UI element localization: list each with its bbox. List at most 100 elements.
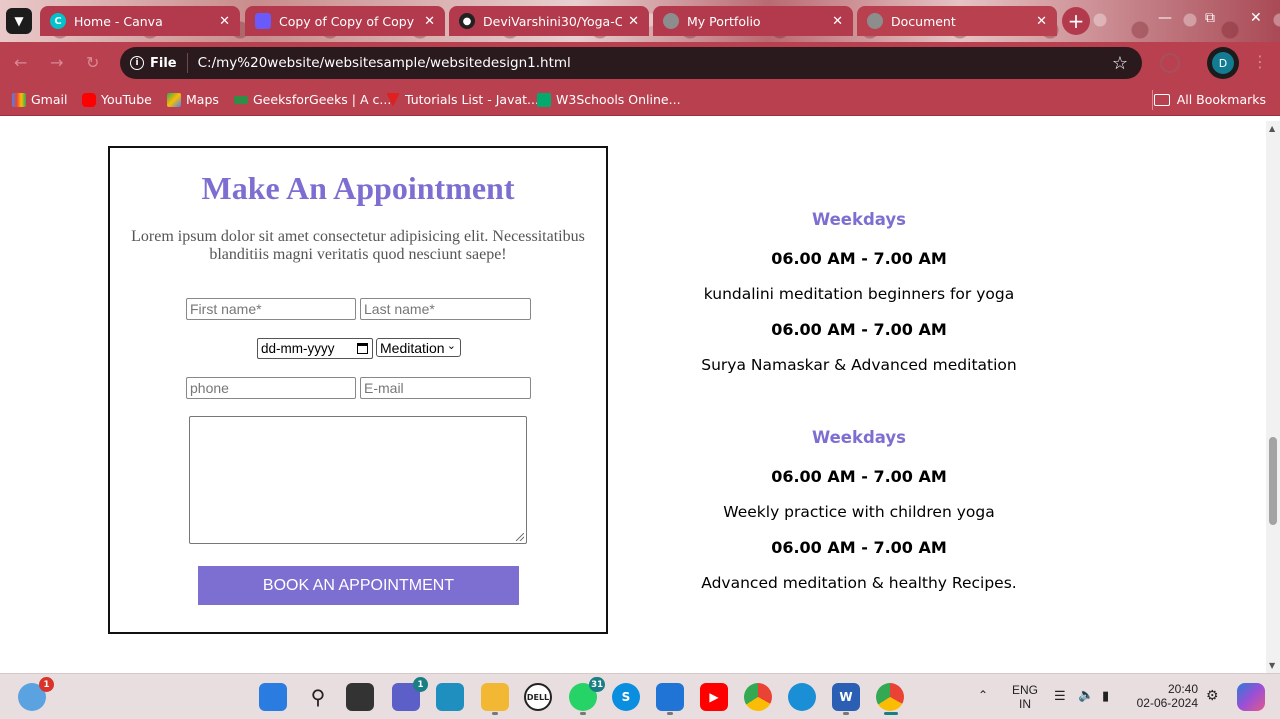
whatsapp-badge: 31 — [589, 677, 605, 692]
tab-github[interactable]: ● DeviVarshini30/Yoga-Cen ✕ — [449, 6, 649, 36]
active-indicator — [884, 712, 898, 715]
wifi-icon[interactable]: ☰ — [1054, 688, 1066, 704]
github-icon: ● — [459, 13, 475, 29]
chrome-profile-icon[interactable] — [876, 683, 904, 711]
clock[interactable]: 20:40 02-06-2024 — [1128, 682, 1198, 710]
language-indicator[interactable]: ENG IN — [1010, 683, 1040, 711]
weather-icon[interactable]: 1 — [18, 677, 54, 711]
plus-icon: + — [1067, 9, 1085, 33]
canva-icon: C — [50, 13, 66, 29]
phone-input[interactable] — [186, 377, 356, 399]
close-icon[interactable]: ✕ — [832, 14, 843, 29]
address-bar[interactable]: i File C:/my%20website/websitesample/web… — [120, 47, 1142, 79]
battery-icon[interactable]: ▮ — [1102, 688, 1109, 704]
minimize-icon[interactable]: — — [1158, 10, 1172, 26]
chrome-icon[interactable] — [744, 683, 772, 711]
close-window-icon[interactable]: ✕ — [1250, 10, 1262, 26]
site-info-chip[interactable]: i File — [130, 56, 177, 71]
calendar-icon[interactable] — [357, 343, 368, 354]
skype-icon[interactable]: S — [612, 683, 640, 711]
close-icon[interactable]: ✕ — [1036, 14, 1047, 29]
tab-title: Home - Canva — [74, 13, 163, 29]
volume-icon[interactable]: 🔈 — [1078, 687, 1094, 703]
bookmark-star-icon[interactable]: ☆ — [1112, 53, 1128, 74]
clock-date: 02-06-2024 — [1136, 696, 1198, 710]
copilot-icon[interactable] — [1237, 683, 1265, 711]
whatsapp-icon[interactable]: 31 — [569, 677, 605, 711]
weather-badge: 1 — [39, 677, 54, 692]
close-icon[interactable]: ✕ — [628, 14, 639, 29]
tab-home-canva[interactable]: C Home - Canva ✕ — [40, 6, 240, 36]
search-icon[interactable]: ⚲ — [304, 683, 332, 711]
scroll-down-icon[interactable]: ▼ — [1269, 661, 1275, 670]
avatar: D — [1212, 52, 1234, 74]
profile-button[interactable]: D — [1207, 47, 1239, 79]
more-menu-icon[interactable]: ⋮ — [1252, 52, 1268, 71]
all-bookmarks-button[interactable]: All Bookmarks — [1153, 92, 1266, 107]
scroll-up-icon[interactable]: ▲ — [1269, 124, 1275, 133]
browser-toolbar: ← → ↻ i File C:/my%20website/websitesamp… — [0, 42, 1280, 84]
file-explorer-icon[interactable] — [481, 683, 509, 711]
bookmark-youtube[interactable]: YouTube — [82, 92, 152, 107]
chevron-down-icon: ⌄ — [446, 340, 456, 352]
restore-icon[interactable]: ⧉ — [1205, 10, 1215, 26]
page-viewport: Make An Appointment Lorem ipsum dolor si… — [0, 121, 1266, 673]
tray-overflow-icon[interactable]: ⌃ — [978, 688, 988, 702]
word-icon[interactable]: W — [832, 683, 860, 711]
bookmark-label: Gmail — [31, 92, 68, 107]
email-input[interactable] — [360, 377, 531, 399]
first-name-input[interactable] — [186, 298, 356, 320]
chevron-down-icon: ▼ — [14, 14, 24, 28]
schedule-heading: Weekdays — [812, 428, 906, 447]
task-view-icon[interactable] — [346, 683, 374, 711]
desktop-app-icon[interactable] — [436, 683, 464, 711]
session-description: Weekly practice with children yoga — [723, 503, 995, 521]
teams-badge: 1 — [413, 677, 428, 692]
close-icon[interactable]: ✕ — [424, 14, 435, 29]
book-appointment-button[interactable]: BOOK AN APPOINTMENT — [198, 566, 519, 605]
canva-doc-icon — [255, 13, 271, 29]
new-tab-button[interactable]: + — [1062, 7, 1090, 35]
clock-time: 20:40 — [1167, 682, 1198, 696]
bookmark-javatpoint[interactable]: Tutorials List - Javat... — [386, 92, 539, 107]
reload-icon[interactable]: ↻ — [86, 53, 99, 72]
tab-my-portfolio[interactable]: My Portfolio ✕ — [653, 6, 853, 36]
maps-icon — [167, 92, 181, 107]
session-time: 06.00 AM - 7.00 AM — [771, 249, 947, 268]
bookmark-geeksforgeeks[interactable]: GeeksforGeeks | A c... — [234, 92, 391, 107]
windows-start-icon[interactable] — [259, 683, 287, 711]
youtube-icon[interactable]: ▶ — [700, 683, 728, 711]
vscode-icon[interactable] — [656, 683, 684, 711]
url-text[interactable]: C:/my%20website/websitesample/websitedes… — [198, 55, 571, 71]
bookmark-maps[interactable]: Maps — [167, 92, 219, 107]
close-icon[interactable]: ✕ — [219, 14, 230, 29]
tab-search-button[interactable]: ▼ — [6, 8, 32, 34]
javatpoint-icon — [386, 92, 400, 107]
forward-icon[interactable]: → — [50, 53, 63, 72]
resize-handle-icon[interactable] — [516, 533, 524, 541]
running-indicator — [492, 712, 498, 715]
back-icon[interactable]: ← — [14, 53, 27, 72]
session-description: kundalini meditation beginners for yoga — [703, 285, 1015, 303]
session-select[interactable]: Meditation ⌄ — [376, 338, 461, 357]
scrollbar-thumb[interactable] — [1269, 437, 1277, 525]
bookmarks-divider — [1152, 90, 1153, 110]
bookmark-w3schools[interactable]: W3Schools Online... — [537, 92, 681, 107]
dell-icon[interactable]: DELL — [524, 683, 552, 711]
tab-canva-copy[interactable]: Copy of Copy of Copy of ✕ — [245, 6, 445, 36]
form-title: Make An Appointment — [201, 170, 515, 206]
schedule-heading: Weekdays — [812, 210, 906, 229]
tab-title: DeviVarshini30/Yoga-Cen — [483, 13, 623, 29]
date-input[interactable]: dd-mm-yyyy — [257, 338, 373, 359]
extensions-icon[interactable] — [1160, 53, 1180, 73]
last-name-input[interactable] — [360, 298, 531, 320]
tab-strip: ▼ C Home - Canva ✕ Copy of Copy of Copy … — [0, 0, 1280, 42]
message-textarea[interactable] — [189, 416, 527, 544]
notification-bell-icon[interactable]: ⚙ — [1206, 687, 1219, 704]
edge-icon[interactable] — [788, 683, 816, 711]
teams-chat-icon[interactable]: 1 — [392, 677, 428, 711]
vertical-scrollbar[interactable]: ▲ ▼ — [1266, 121, 1280, 673]
tab-document[interactable]: Document ✕ — [857, 6, 1057, 36]
bookmark-gmail[interactable]: Gmail — [12, 92, 67, 107]
file-label: File — [150, 55, 177, 71]
